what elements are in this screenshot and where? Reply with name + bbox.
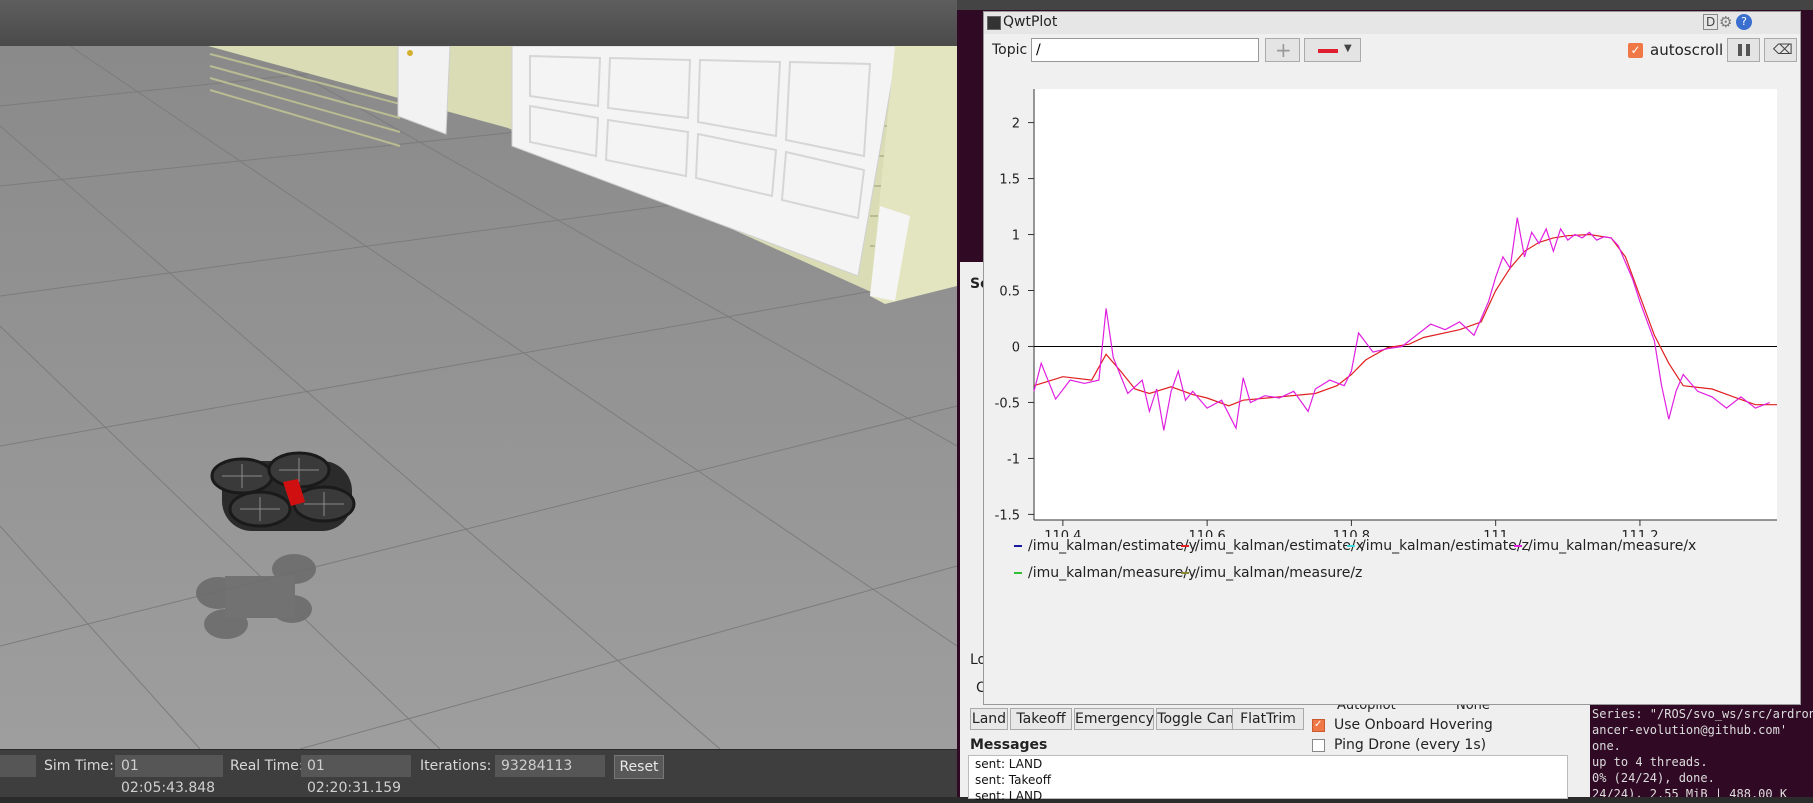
land-button[interactable]: Land xyxy=(970,708,1008,730)
terminal-line: 0% (24/24), done. xyxy=(1592,771,1715,785)
legend-label: /imu_kalman/estimate/x xyxy=(1195,538,1364,554)
legend-swatch xyxy=(1181,545,1189,547)
legend-item[interactable]: /imu_kalman/measure/z xyxy=(1181,565,1362,581)
x-tick-label: 110.8 xyxy=(1333,529,1370,537)
terminal-line: ancer-evolution@github.com' xyxy=(1592,723,1788,737)
legend-item[interactable]: /imu_kalman/measure/x xyxy=(1514,538,1696,554)
legend-item[interactable]: /imu_kalman/estimate/z xyxy=(1347,538,1529,554)
qwtplot-window: QwtPlot ? ⚙ D Topic + ▼ ✓ autoscroll ⌫ 2… xyxy=(983,11,1801,705)
legend-swatch xyxy=(1014,545,1022,547)
ping-drone-checkbox[interactable] xyxy=(1312,739,1325,752)
real-time-value: 01 02:20:31.159 xyxy=(301,755,411,796)
x-tick-label: 111.2 xyxy=(1621,529,1658,537)
y-tick-label: -1 xyxy=(1007,452,1020,467)
pause-button[interactable] xyxy=(1727,38,1760,62)
emergency-button[interactable]: Emergency xyxy=(1074,708,1154,730)
legend-swatch xyxy=(1514,545,1522,547)
gazebo-window: Sim Time: 01 02:05:43.848 Real Time: 01 … xyxy=(0,0,957,797)
y-tick-label: 0 xyxy=(1012,340,1020,355)
y-tick-label: 1.5 xyxy=(999,173,1020,188)
plot-area[interactable]: 21.510.50-0.5-1-1.5 110.4 110.6 110.8 111 11… xyxy=(984,67,1800,537)
gazebo-toolbar xyxy=(0,0,957,46)
simulation-scene[interactable] xyxy=(0,46,957,749)
real-time-factor-field xyxy=(0,755,36,777)
x-tick-label: 111 xyxy=(1483,529,1508,537)
topic-label: Topic xyxy=(992,42,1028,58)
autoscroll-checkbox[interactable]: ✓ xyxy=(1628,43,1643,58)
y-tick-label: 0.5 xyxy=(999,285,1020,300)
y-tick-label: -0.5 xyxy=(995,396,1020,411)
toggle-cam-button[interactable]: Toggle Cam xyxy=(1156,708,1240,730)
legend-item[interactable]: /imu_kalman/measure/y xyxy=(1014,565,1196,581)
topic-input[interactable] xyxy=(1031,38,1259,62)
y-axis-ticks: 2 1.5 1 0.5 0 -0.5 -1 -1.5 xyxy=(995,117,1034,523)
message-item: sent: Takeoff xyxy=(975,773,1052,787)
legend-swatch xyxy=(1347,545,1355,547)
use-onboard-hovering-checkbox[interactable]: ✓ xyxy=(1312,719,1325,732)
legend-item[interactable]: /imu_kalman/estimate/x xyxy=(1181,538,1364,554)
messages-label: Messages xyxy=(970,737,1048,753)
terminal-line: up to 4 threads. xyxy=(1592,755,1708,769)
y-tick-label: -1.5 xyxy=(995,508,1020,523)
ping-drone-label: Ping Drone (every 1s) xyxy=(1334,737,1487,753)
terminal-line: one. xyxy=(1592,739,1621,753)
help-icon[interactable]: ? xyxy=(1736,14,1752,30)
pause-icon xyxy=(1738,44,1742,56)
add-topic-button[interactable]: + xyxy=(1265,38,1300,62)
legend-label: /imu_kalman/measure/z xyxy=(1195,565,1363,581)
message-item: sent: LAND xyxy=(975,757,1043,771)
sim-time-label: Sim Time: xyxy=(44,758,114,774)
pause-icon-bar xyxy=(1746,44,1750,56)
takeoff-button[interactable]: Takeoff xyxy=(1010,708,1072,730)
real-time-label: Real Time: xyxy=(230,758,304,774)
plus-icon: + xyxy=(1275,38,1292,62)
message-item: sent: LAND xyxy=(975,789,1043,803)
legend-label: /imu_kalman/estimate/z xyxy=(1361,538,1529,554)
chevron-down-icon: ▼ xyxy=(1344,43,1352,54)
app-icon xyxy=(987,16,1001,30)
iterations-label: Iterations: xyxy=(420,758,492,774)
x-tick-label: 110.4 xyxy=(1044,529,1081,537)
terminal-line: Series: "/ROS/svo_ws/src/ardrone 5 xyxy=(1592,707,1813,721)
gear-icon[interactable]: ⚙ xyxy=(1719,13,1732,31)
legend-label: /imu_kalman/measure/x xyxy=(1528,538,1697,554)
scene-render xyxy=(0,46,957,749)
background-window-title xyxy=(957,0,1813,10)
legend-swatch xyxy=(1181,572,1189,574)
gazebo-time-panel: Sim Time: 01 02:05:43.848 Real Time: 01 … xyxy=(0,749,957,797)
legend-swatch xyxy=(1014,572,1022,574)
iterations-value: 93284113 xyxy=(495,755,605,777)
plot-canvas xyxy=(1034,89,1777,520)
y-tick-label: 1 xyxy=(1012,229,1020,244)
flattrim-button[interactable]: FlatTrim xyxy=(1232,708,1304,730)
reset-button[interactable]: Reset xyxy=(614,755,664,779)
terminal-line: 24/24), 2.55 MiB | 488.00 K xyxy=(1592,787,1788,797)
y-tick-label: 2 xyxy=(1012,117,1020,132)
sim-time-value: 01 02:05:43.848 xyxy=(115,755,223,796)
qwtplot-titlebar: QwtPlot ? ⚙ D xyxy=(984,12,1800,34)
messages-list[interactable]: sent: LAND sent: Takeoff sent: LAND xyxy=(968,755,1568,803)
dock-icon[interactable]: D xyxy=(1703,14,1719,30)
autoscroll-label: autoscroll xyxy=(1650,41,1724,59)
x-tick-label: 110.6 xyxy=(1189,529,1226,537)
color-select-button[interactable]: ▼ xyxy=(1304,38,1361,62)
terminal-output: Series: "/ROS/svo_ws/src/ardrone 5 ancer… xyxy=(1590,705,1813,797)
window-title: QwtPlot xyxy=(1003,14,1058,30)
legend-label: /imu_kalman/estimate/y xyxy=(1028,538,1197,554)
use-onboard-hovering-label: Use Onboard Hovering xyxy=(1334,717,1493,733)
clear-button[interactable]: ⌫ xyxy=(1764,38,1797,62)
legend-item[interactable]: /imu_kalman/estimate/y xyxy=(1014,538,1197,554)
x-axis-ticks: 110.4 110.6 110.8 111 111.2 xyxy=(1044,520,1659,537)
legend-label: /imu_kalman/measure/y xyxy=(1028,565,1197,581)
color-swatch-icon xyxy=(1318,49,1338,53)
clear-icon: ⌫ xyxy=(1773,42,1793,58)
